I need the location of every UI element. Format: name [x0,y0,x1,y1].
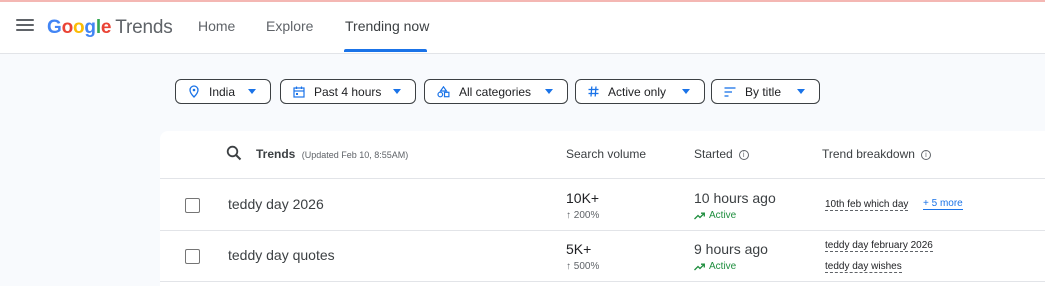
calendar-icon [293,86,305,98]
started-header[interactable]: Started i [694,147,749,161]
nav-home[interactable]: Home [198,18,235,34]
status-label: Active [709,210,737,221]
logo-letter: G [47,17,62,38]
status-filter[interactable]: Active only [575,79,705,104]
status-badge: Active [694,261,736,272]
started-time: 9 hours ago [694,241,768,257]
categories-icon [437,85,450,97]
menu-icon[interactable] [16,19,34,35]
category-filter-label: All categories [459,84,532,99]
row-checkbox[interactable] [185,198,200,213]
nav-trending-now[interactable]: Trending now [345,18,429,34]
location-pin-icon [189,85,199,98]
started-time: 10 hours ago [694,190,776,206]
search-volume: 10K+ [566,190,600,206]
status-badge: Active [694,210,736,221]
chevron-down-icon [393,89,401,94]
updated-timestamp: (Updated Feb 10, 8:55AM) [301,150,409,160]
trend-title[interactable]: teddy day 2026 [228,196,324,212]
info-icon[interactable]: i [920,149,931,160]
time-filter-label: Past 4 hours [314,84,382,99]
breakdown-term[interactable]: teddy day february 2026 [825,240,933,252]
trends-wordmark: Trends [115,17,173,38]
info-icon[interactable]: i [738,149,749,160]
search-volume-header[interactable]: Search volume [566,147,646,161]
trend-breakdown-header-label: Trend breakdown [822,147,915,161]
google-trends-logo[interactable]: Google Trends [47,17,173,39]
chevron-down-icon [545,89,553,94]
trends-column-header: Trends (Updated Feb 10, 8:55AM) [256,147,408,161]
chevron-down-icon [248,89,256,94]
location-filter-label: India [209,84,236,99]
active-tab-indicator [344,49,427,52]
time-filter[interactable]: Past 4 hours [280,79,416,104]
hash-icon [588,86,599,97]
sort-filter[interactable]: By title [711,79,820,104]
trends-header-label: Trends [256,147,296,161]
more-breakdown-link[interactable]: + 5 more [923,198,963,210]
row-divider [160,230,1045,231]
started-header-label: Started [694,147,733,161]
row-checkbox[interactable] [185,249,200,264]
logo-letter: e [100,17,112,38]
chevron-down-icon [797,89,805,94]
status-label: Active [709,261,737,272]
trend-breakdown-header: Trend breakdown i [822,147,931,161]
search-volume: 5K+ [566,241,592,257]
trending-up-icon [694,212,705,219]
volume-change: ↑ 200% [566,210,600,221]
chevron-down-icon [682,89,690,94]
breakdown-term[interactable]: 10th feb which day [825,199,909,211]
trending-up-icon [694,263,705,270]
logo-letter: o [73,17,85,38]
sort-filter-label: By title [745,84,782,99]
breakdown-term[interactable]: teddy day wishes [825,261,902,273]
status-filter-label: Active only [608,84,667,99]
logo-letter: o [61,17,74,38]
google-wordmark: Google [47,17,111,38]
row-divider [160,178,1045,179]
logo-letter: g [84,17,96,38]
sort-icon [724,86,736,97]
category-filter[interactable]: All categories [424,79,568,104]
volume-change: ↑ 500% [566,261,600,272]
location-filter[interactable]: India [175,79,271,104]
search-icon[interactable] [226,145,242,161]
nav-explore[interactable]: Explore [266,18,313,34]
top-bar: Google Trends Home Explore Trending now [0,2,1045,54]
row-divider [160,281,1045,282]
trend-title[interactable]: teddy day quotes [228,247,335,263]
